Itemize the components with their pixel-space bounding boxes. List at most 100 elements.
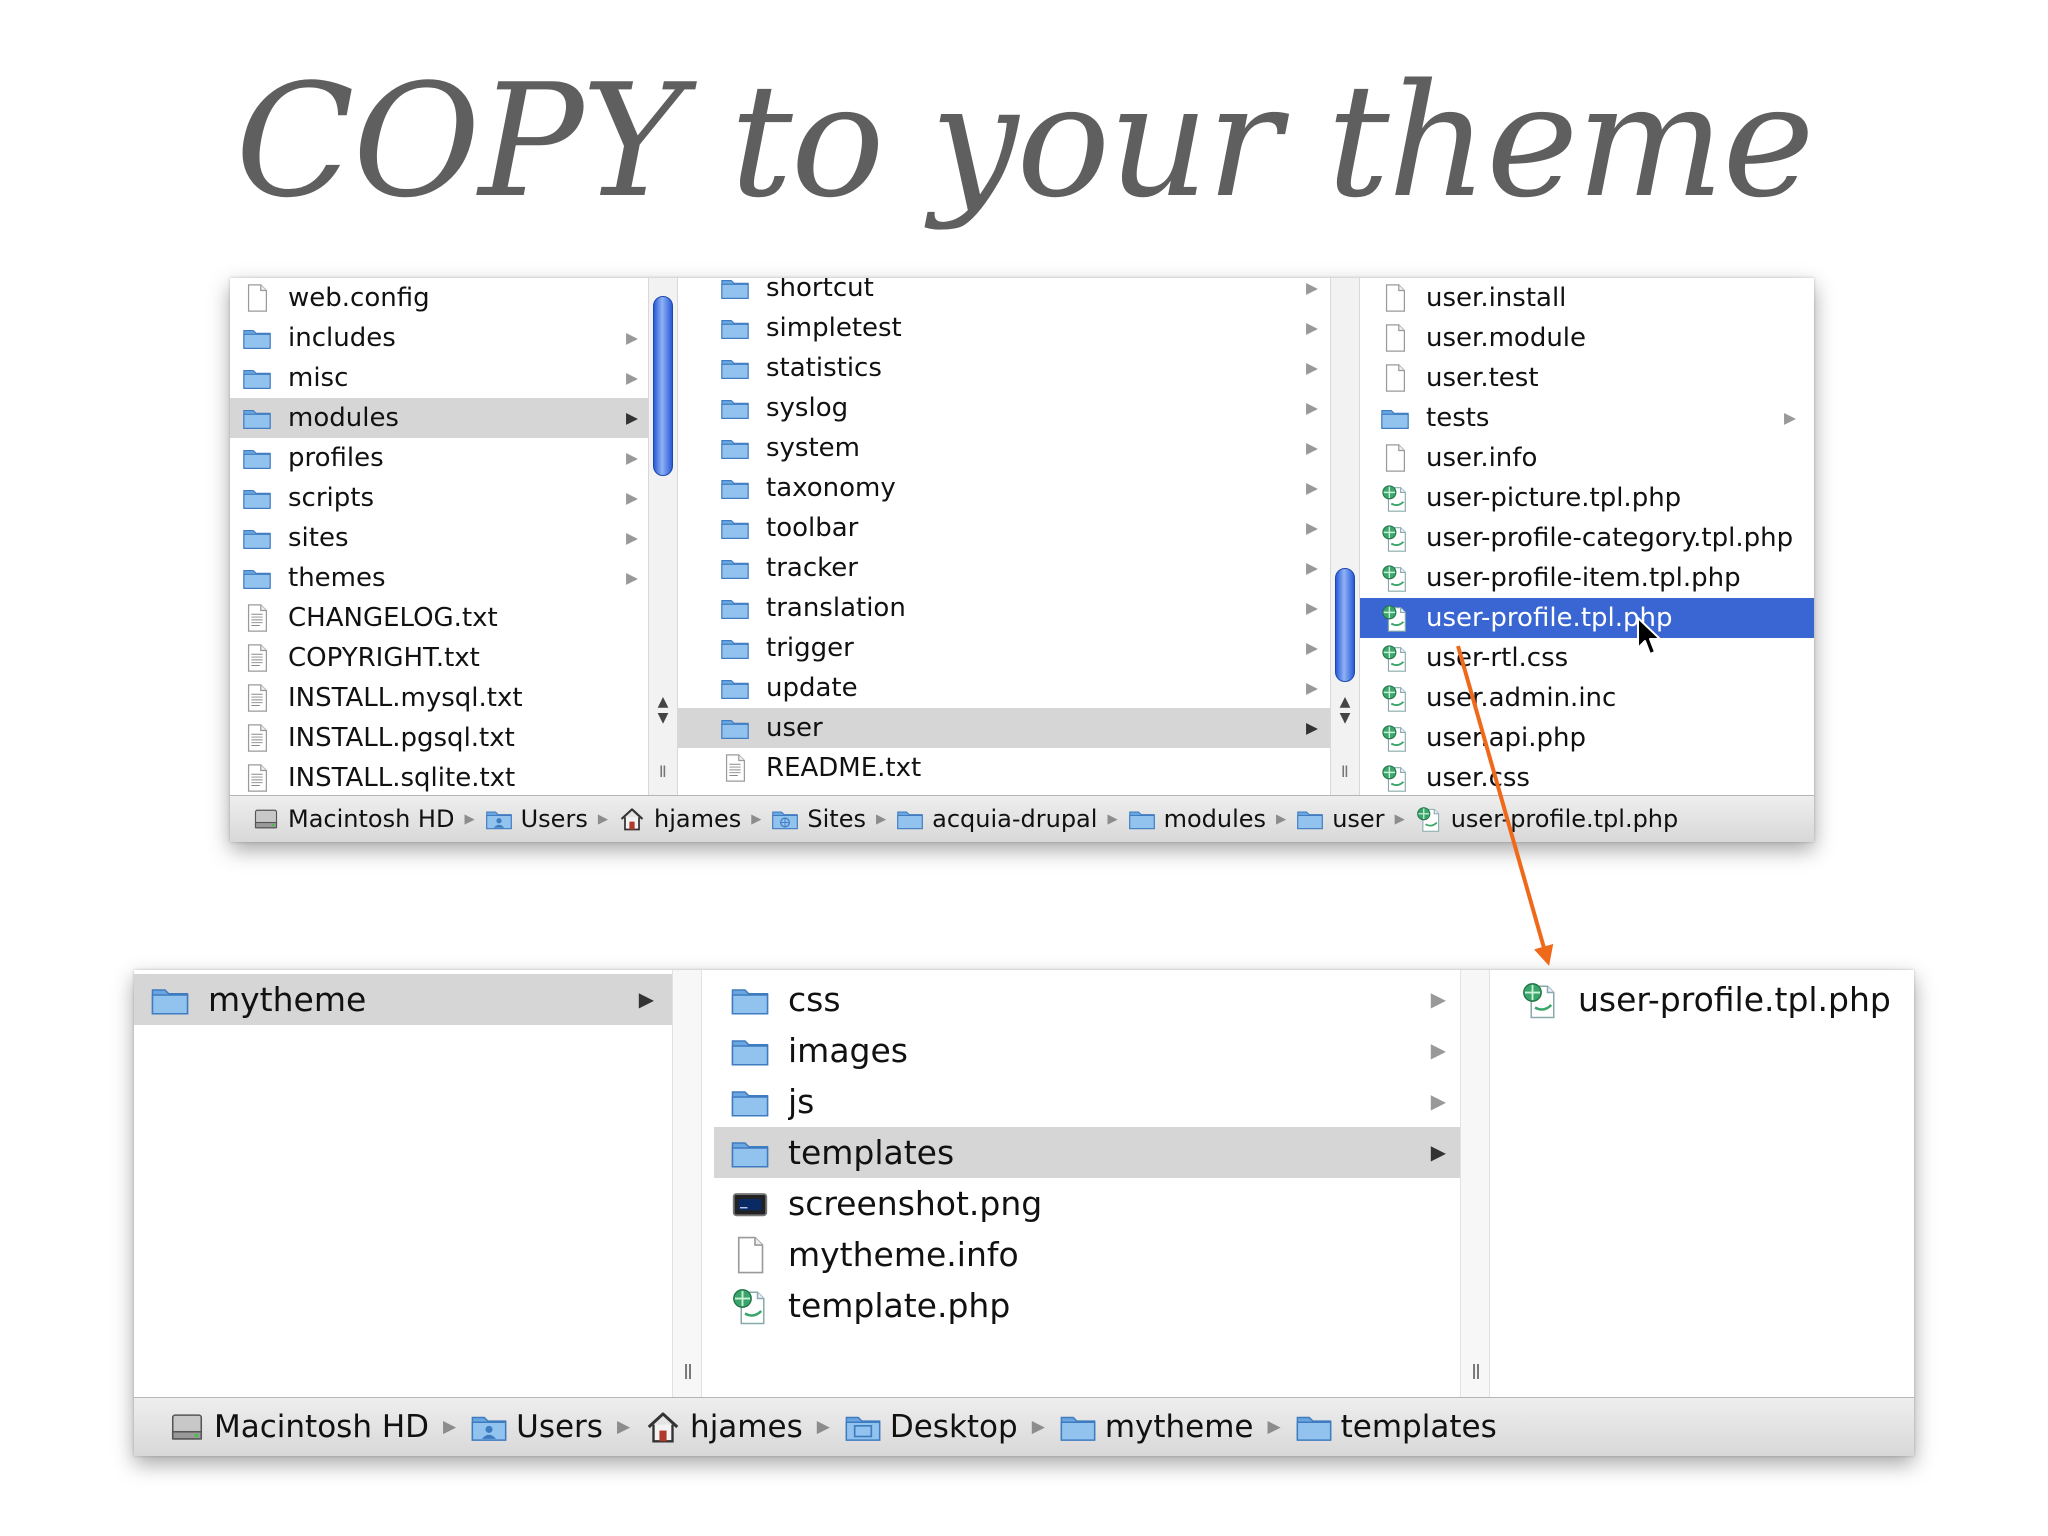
scroll-arrows[interactable]: ▲ ▼ — [649, 694, 677, 726]
php-file-icon — [728, 1286, 772, 1326]
file-name-label: mytheme.info — [788, 1235, 1019, 1274]
file-list-item[interactable]: INSTALL.mysql.txt — [230, 678, 648, 718]
scroll-thumb[interactable] — [653, 296, 673, 476]
file-name-label: web.config — [288, 283, 430, 313]
file-list-item[interactable]: translation ▶ — [678, 588, 1330, 628]
file-list-item[interactable]: shortcut ▶ — [678, 278, 1330, 308]
path-separator-icon: ▶ — [751, 811, 762, 827]
finder-column-drupal-root: web.config includes ▶ misc ▶ modules ▶ profiles… — [230, 278, 648, 842]
file-list-item[interactable]: user.admin.inc — [1360, 678, 1814, 718]
file-name-label: tests — [1426, 403, 1490, 433]
folder-icon — [728, 1031, 772, 1071]
scrollbar-column-2[interactable]: ▲ ▼ — [1330, 278, 1360, 808]
file-list-item[interactable]: user.install — [1360, 278, 1814, 318]
file-list-item[interactable]: user-rtl.css — [1360, 638, 1814, 678]
file-list-item[interactable]: web.config — [230, 278, 648, 318]
file-list-item[interactable]: user.api.php — [1360, 718, 1814, 758]
folder-icon — [718, 553, 752, 583]
path-crumb[interactable]: hjames — [644, 1408, 803, 1446]
folder-icon — [718, 313, 752, 343]
file-list-item[interactable]: template.php — [714, 1280, 1460, 1331]
path-crumb[interactable]: Sites — [771, 805, 866, 833]
file-list-item[interactable]: mytheme.info — [714, 1229, 1460, 1280]
file-list-item[interactable]: statistics ▶ — [678, 348, 1330, 388]
file-list-item[interactable]: user.module — [1360, 318, 1814, 358]
file-list-item[interactable]: user-picture.tpl.php — [1360, 478, 1814, 518]
file-list-item[interactable]: templates ▶ — [714, 1127, 1460, 1178]
scroll-thumb[interactable] — [1335, 568, 1355, 682]
file-name-label: sites — [288, 523, 349, 553]
file-list-item[interactable]: js ▶ — [714, 1076, 1460, 1127]
disclosure-arrow-icon: ▶ — [638, 988, 654, 1011]
file-list-item[interactable]: trigger ▶ — [678, 628, 1330, 668]
file-list-item[interactable]: mytheme ▶ — [134, 974, 672, 1025]
file-list-item[interactable]: CHANGELOG.txt — [230, 598, 648, 638]
text-file-icon — [718, 753, 752, 783]
file-list-item[interactable]: css ▶ — [714, 974, 1460, 1025]
path-crumb[interactable]: Users — [470, 1408, 603, 1446]
file-list-item[interactable]: user.css — [1360, 758, 1814, 798]
file-list-item[interactable]: INSTALL.pgsql.txt — [230, 718, 648, 758]
file-list-item[interactable]: tests ▶ — [1360, 398, 1814, 438]
file-list-item[interactable]: user-profile-item.tpl.php — [1360, 558, 1814, 598]
file-list-item[interactable]: modules ▶ — [230, 398, 648, 438]
column-resize-grip[interactable]: ǁ — [658, 762, 668, 781]
path-separator-icon: ▶ — [464, 811, 475, 827]
file-list-item[interactable]: simpletest ▶ — [678, 308, 1330, 348]
file-list-item[interactable]: taxonomy ▶ — [678, 468, 1330, 508]
path-crumb[interactable]: acquia-drupal — [896, 805, 1097, 833]
path-separator-icon: ▶ — [443, 1417, 457, 1437]
file-list-item[interactable]: includes ▶ — [230, 318, 648, 358]
file-list-item[interactable]: misc ▶ — [230, 358, 648, 398]
file-list-item[interactable]: images ▶ — [714, 1025, 1460, 1076]
scrollbar-column-1[interactable]: ▲ ▼ — [648, 278, 678, 808]
file-list-item[interactable]: README.txt — [678, 748, 1330, 788]
file-list-item[interactable]: themes ▶ — [230, 558, 648, 598]
finder-window-source: web.config includes ▶ misc ▶ modules ▶ profiles… — [230, 278, 1814, 842]
path-crumb[interactable]: Macintosh HD — [168, 1408, 429, 1446]
file-list-item[interactable]: system ▶ — [678, 428, 1330, 468]
file-name-label: README.txt — [766, 753, 922, 783]
text-file-icon — [240, 683, 274, 713]
column-resize-grip[interactable]: ǁ — [1470, 1360, 1482, 1384]
path-crumb[interactable]: hjames — [618, 805, 741, 833]
path-crumb[interactable]: modules — [1128, 805, 1266, 833]
folder-icon — [718, 393, 752, 423]
file-list-item[interactable]: user ▶ — [678, 708, 1330, 748]
path-crumb[interactable]: Desktop — [844, 1408, 1018, 1446]
path-crumb[interactable]: templates — [1295, 1408, 1497, 1446]
file-list-item[interactable]: sites ▶ — [230, 518, 648, 558]
file-list-item[interactable]: user-profile.tpl.php — [1500, 974, 1914, 1025]
path-crumb[interactable]: user-profile.tpl.php — [1415, 805, 1678, 833]
path-crumb[interactable]: mytheme — [1059, 1408, 1254, 1446]
file-list-item[interactable]: scripts ▶ — [230, 478, 648, 518]
file-list-item[interactable]: user.test — [1360, 358, 1814, 398]
file-name-label: user-profile-category.tpl.php — [1426, 523, 1794, 553]
path-crumb-label: hjames — [690, 1409, 803, 1445]
file-list-item[interactable]: user-profile-category.tpl.php — [1360, 518, 1814, 558]
folder-icon — [718, 278, 752, 303]
file-name-label: tracker — [766, 553, 858, 583]
file-list-item[interactable]: INSTALL.sqlite.txt — [230, 758, 648, 798]
path-crumb[interactable]: Users — [485, 805, 588, 833]
file-list-item[interactable]: syslog ▶ — [678, 388, 1330, 428]
file-list-item[interactable]: update ▶ — [678, 668, 1330, 708]
path-bar: Macintosh HD ▶ Users ▶ hjames ▶ Sites ▶ acquia-d… — [230, 795, 1814, 842]
path-crumb[interactable]: Macintosh HD — [252, 805, 454, 833]
file-list-item[interactable]: toolbar ▶ — [678, 508, 1330, 548]
file-list-item[interactable]: screenshot.png — [714, 1178, 1460, 1229]
file-list-item[interactable]: user-profile.tpl.php — [1360, 598, 1814, 638]
file-list-item[interactable]: COPYRIGHT.txt — [230, 638, 648, 678]
path-crumb-label: mytheme — [1104, 1409, 1254, 1445]
folder-icon — [240, 403, 274, 433]
path-crumb[interactable]: user — [1296, 805, 1385, 833]
file-list-item[interactable]: user.info — [1360, 438, 1814, 478]
column-resize-grip[interactable]: ǁ — [1340, 762, 1350, 781]
column-resize-grip[interactable]: ǁ — [682, 1360, 694, 1384]
scroll-arrows[interactable]: ▲ ▼ — [1331, 694, 1359, 726]
file-list-item[interactable]: profiles ▶ — [230, 438, 648, 478]
folder-icon — [1295, 1408, 1333, 1446]
php-file-icon — [1378, 483, 1412, 513]
disclosure-arrow-icon: ▶ — [1430, 1090, 1446, 1113]
file-list-item[interactable]: tracker ▶ — [678, 548, 1330, 588]
